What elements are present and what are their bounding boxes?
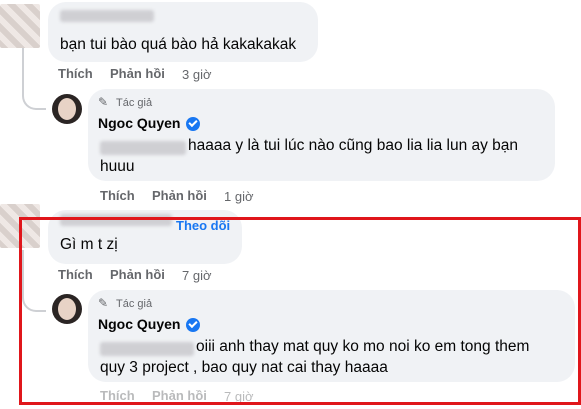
timestamp[interactable]: 1 giờ [224,189,254,204]
avatar[interactable] [0,4,40,48]
comment-text: oiii anh thay mat quy ko mo noi ko em to… [196,338,530,355]
like-button[interactable]: Thích [58,267,93,282]
comment-text: haaaa y là tui lúc nào cũng bao lia lia … [188,137,519,154]
comment-text: quy 3 project , bao quy nat cai thay haa… [100,359,388,376]
comment-bubble: bạn tui bào quá bào hả kakakakak [48,2,318,62]
verified-icon [186,117,200,131]
commenter-name[interactable] [60,10,154,22]
like-button[interactable]: Thích [100,388,135,403]
commenter-name[interactable]: Ngoc Quyen [98,316,180,332]
commenter-name[interactable] [60,214,172,226]
follow-link[interactable]: Theo dõi [176,218,230,233]
like-button[interactable]: Thích [100,188,135,203]
thread-line [22,250,46,312]
timestamp[interactable]: 7 giờ [224,389,254,404]
comment-text: huuu [100,158,135,175]
reply-button[interactable]: Phản hồi [110,267,165,282]
comment-text: Gì m t zị [60,236,118,253]
timestamp[interactable]: 3 giờ [182,67,212,82]
author-badge: Tác giả [116,298,153,310]
timestamp[interactable]: 7 giờ [182,268,212,283]
avatar[interactable] [52,294,82,324]
like-button[interactable]: Thích [58,66,93,81]
reply-button[interactable]: Phản hồi [152,188,207,203]
comment-bubble: Theo dõi Gì m t zị [48,210,242,264]
reply-button[interactable]: Phản hồi [152,388,207,403]
comment-bubble: ✎ Tác giả Ngoc Quyen oiii anh thay mat q… [88,290,575,382]
pencil-icon: ✎ [98,95,109,109]
pencil-icon: ✎ [98,296,109,310]
verified-icon [186,318,200,332]
mention-tag[interactable] [100,342,194,356]
comment-text: bạn tui bào quá bào hả kakakakak [60,36,297,53]
commenter-name[interactable]: Ngoc Quyen [98,115,180,131]
thread-line [22,48,46,110]
reply-button[interactable]: Phản hồi [110,66,165,81]
avatar[interactable] [0,204,40,248]
avatar[interactable] [52,94,82,124]
comment-bubble: ✎ Tác giả Ngoc Quyen haaaa y là tui lúc … [88,89,555,181]
mention-tag[interactable] [100,141,186,155]
author-badge: Tác giả [116,97,153,109]
